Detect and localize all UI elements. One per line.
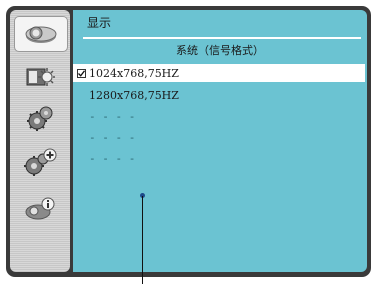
list-item-label: 1024x768,75HZ — [89, 66, 179, 80]
panel-title: 显示 — [87, 16, 112, 30]
projector-icon — [24, 23, 58, 45]
list-item-label: - - - - — [89, 109, 136, 123]
list-item-empty[interactable]: - - - - — [73, 107, 367, 125]
title-divider — [83, 37, 361, 39]
list-item-label: 1280x768,75HZ — [89, 88, 179, 102]
settings-gear-icon — [25, 104, 55, 134]
list-item-label: - - - - — [89, 151, 136, 165]
tab-advanced[interactable] — [15, 146, 65, 180]
callout-line — [142, 196, 143, 284]
list-item-label: - - - - — [89, 130, 136, 144]
tab-image-adjust[interactable] — [15, 60, 65, 94]
advanced-settings-icon — [23, 148, 57, 178]
tab-display[interactable] — [14, 16, 68, 52]
screen-adjust-icon — [25, 65, 55, 89]
tab-settings[interactable] — [15, 102, 65, 136]
list-item-empty[interactable]: - - - - — [73, 128, 367, 146]
info-icon — [24, 196, 56, 222]
tab-information[interactable] — [15, 192, 65, 226]
list-item-selected[interactable]: 1024x768,75HZ — [73, 64, 365, 82]
panel-subtitle: 系统（信号格式） — [176, 44, 264, 57]
display-menu-panel: 显示 系统（信号格式） 1024x768,75HZ 1280x768,75HZ … — [73, 10, 367, 272]
checkbox-checked-icon[interactable] — [77, 68, 86, 78]
menu-sidebar — [10, 10, 70, 272]
list-item[interactable]: 1280x768,75HZ — [73, 86, 367, 104]
list-item-empty[interactable]: - - - - — [73, 149, 367, 167]
